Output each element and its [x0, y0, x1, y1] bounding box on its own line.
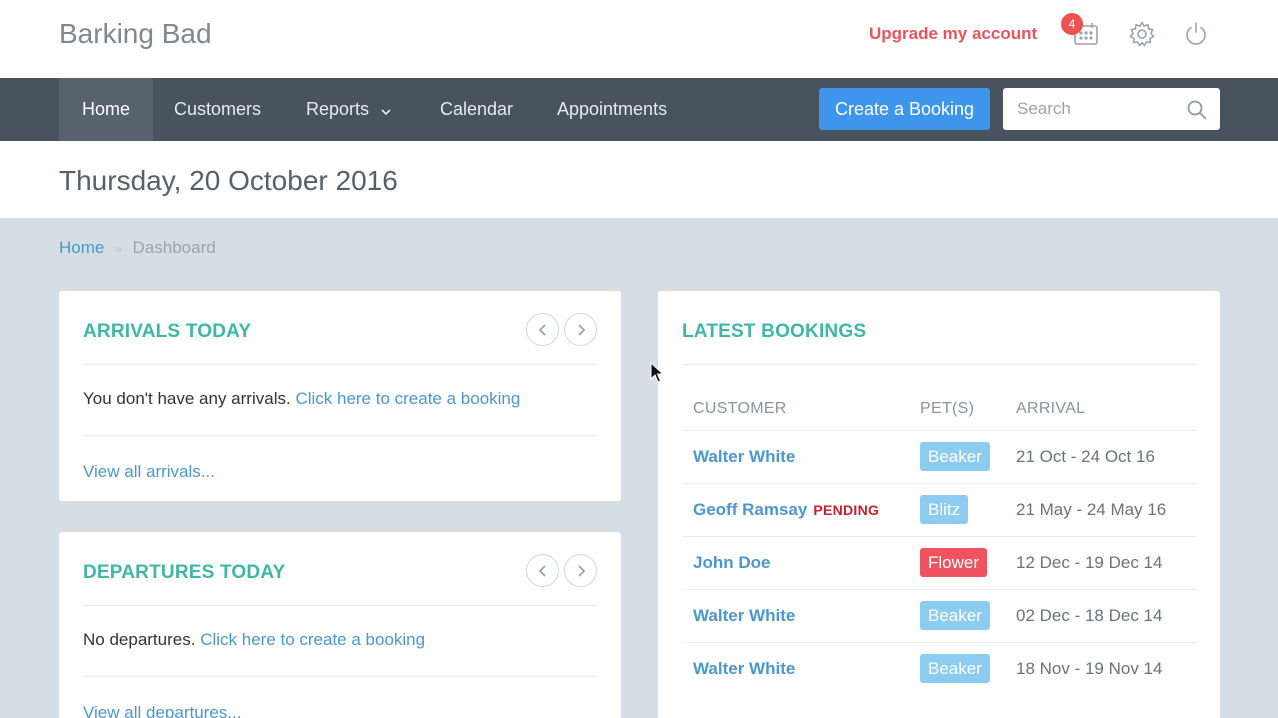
nav-reports[interactable]: Reports: [306, 78, 392, 141]
upgrade-account-link[interactable]: Upgrade my account: [869, 24, 1037, 44]
booking-arrival: 12 Dec - 19 Dec 14: [1016, 553, 1163, 572]
pet-badge[interactable]: Beaker: [920, 442, 990, 471]
chevron-right-icon: [578, 324, 586, 336]
booking-arrival: 18 Nov - 19 Nov 14: [1016, 659, 1163, 678]
view-all-arrivals-link[interactable]: View all arrivals...: [83, 462, 215, 482]
departures-next-button[interactable]: [564, 554, 597, 587]
breadcrumb-separator: »: [115, 241, 122, 256]
arrivals-panel: ARRIVALS TODAY You don't have any arriva…: [59, 291, 621, 501]
power-icon[interactable]: [1182, 20, 1210, 48]
divider: [83, 364, 597, 365]
chevron-left-icon: [538, 565, 546, 577]
pet-badge[interactable]: Beaker: [920, 654, 990, 683]
booking-arrival: 21 Oct - 24 Oct 16: [1016, 447, 1155, 466]
divider: [83, 605, 597, 606]
arrivals-empty-message: You don't have any arrivals. Click here …: [83, 389, 520, 409]
pet-badge[interactable]: Flower: [920, 548, 988, 577]
row-divider: [682, 536, 1196, 537]
chevron-down-icon: [380, 79, 392, 142]
chevron-right-icon: [578, 565, 586, 577]
search-icon[interactable]: [1186, 99, 1208, 121]
arrivals-prev-button[interactable]: [526, 313, 559, 346]
row-divider: [682, 589, 1196, 590]
notification-badge: 4: [1061, 13, 1083, 35]
nav-customers[interactable]: Customers: [174, 78, 261, 141]
date-header: Thursday, 20 October 2016: [0, 141, 1278, 218]
departures-title: DEPARTURES TODAY: [83, 562, 286, 583]
top-header: Barking Bad Upgrade my account 4: [0, 0, 1278, 78]
booking-arrival: 02 Dec - 18 Dec 14: [1016, 606, 1163, 625]
departures-empty-text: No departures.: [83, 630, 196, 649]
gear-icon[interactable]: [1128, 20, 1156, 48]
column-header-arrival[interactable]: ARRIVAL: [1016, 400, 1085, 418]
departures-panel: DEPARTURES TODAY No departures. Click he…: [59, 532, 621, 718]
chevron-left-icon: [538, 324, 546, 336]
create-booking-button[interactable]: Create a Booking: [819, 88, 990, 130]
booking-customer-name: Geoff Ramsay: [693, 500, 808, 519]
mouse-cursor-icon: [650, 361, 665, 384]
search-box: [1003, 88, 1220, 130]
row-divider: [682, 642, 1196, 643]
breadcrumb: Home » Dashboard: [59, 238, 216, 258]
breadcrumb-home[interactable]: Home: [59, 238, 104, 257]
column-header-pets[interactable]: PET(S): [920, 400, 974, 418]
row-divider: [682, 430, 1196, 431]
main-nav: Home Customers Reports Calendar Appointm…: [0, 78, 1278, 141]
pet-badge[interactable]: Blitz: [920, 495, 969, 524]
breadcrumb-current: Dashboard: [132, 238, 216, 257]
divider: [83, 435, 597, 436]
latest-bookings-panel: LATEST BOOKINGS CUSTOMER PET(S) ARRIVAL …: [658, 291, 1220, 718]
row-divider: [682, 483, 1196, 484]
booking-customer-link[interactable]: Walter White: [693, 447, 795, 467]
column-header-customer[interactable]: CUSTOMER: [693, 400, 787, 418]
nav-reports-label: Reports: [306, 99, 370, 119]
pending-status-label: PENDING: [813, 502, 880, 518]
view-all-departures-link[interactable]: View all departures...: [83, 703, 241, 718]
nav-appointments[interactable]: Appointments: [557, 78, 667, 141]
arrivals-title: ARRIVALS TODAY: [83, 321, 252, 342]
departures-prev-button[interactable]: [526, 554, 559, 587]
booking-customer-link[interactable]: John Doe: [693, 553, 770, 573]
booking-arrival: 21 May - 24 May 16: [1016, 500, 1167, 519]
search-input[interactable]: [1003, 88, 1183, 130]
arrivals-empty-text: You don't have any arrivals.: [83, 389, 291, 408]
booking-customer-link[interactable]: Geoff Ramsay PENDING: [693, 500, 879, 520]
nav-calendar[interactable]: Calendar: [440, 78, 513, 141]
brand-logo[interactable]: Barking Bad: [59, 18, 212, 50]
latest-bookings-title: LATEST BOOKINGS: [682, 321, 867, 342]
page-title: Thursday, 20 October 2016: [59, 165, 398, 196]
booking-customer-link[interactable]: Walter White: [693, 659, 795, 679]
arrivals-next-button[interactable]: [564, 313, 597, 346]
pet-badge[interactable]: Beaker: [920, 601, 990, 630]
arrivals-create-booking-link[interactable]: Click here to create a booking: [295, 389, 520, 408]
nav-home[interactable]: Home: [59, 78, 153, 141]
divider: [83, 676, 597, 677]
departures-create-booking-link[interactable]: Click here to create a booking: [200, 630, 425, 649]
booking-customer-link[interactable]: Walter White: [693, 606, 795, 626]
divider: [682, 364, 1196, 365]
departures-empty-message: No departures. Click here to create a bo…: [83, 630, 425, 650]
